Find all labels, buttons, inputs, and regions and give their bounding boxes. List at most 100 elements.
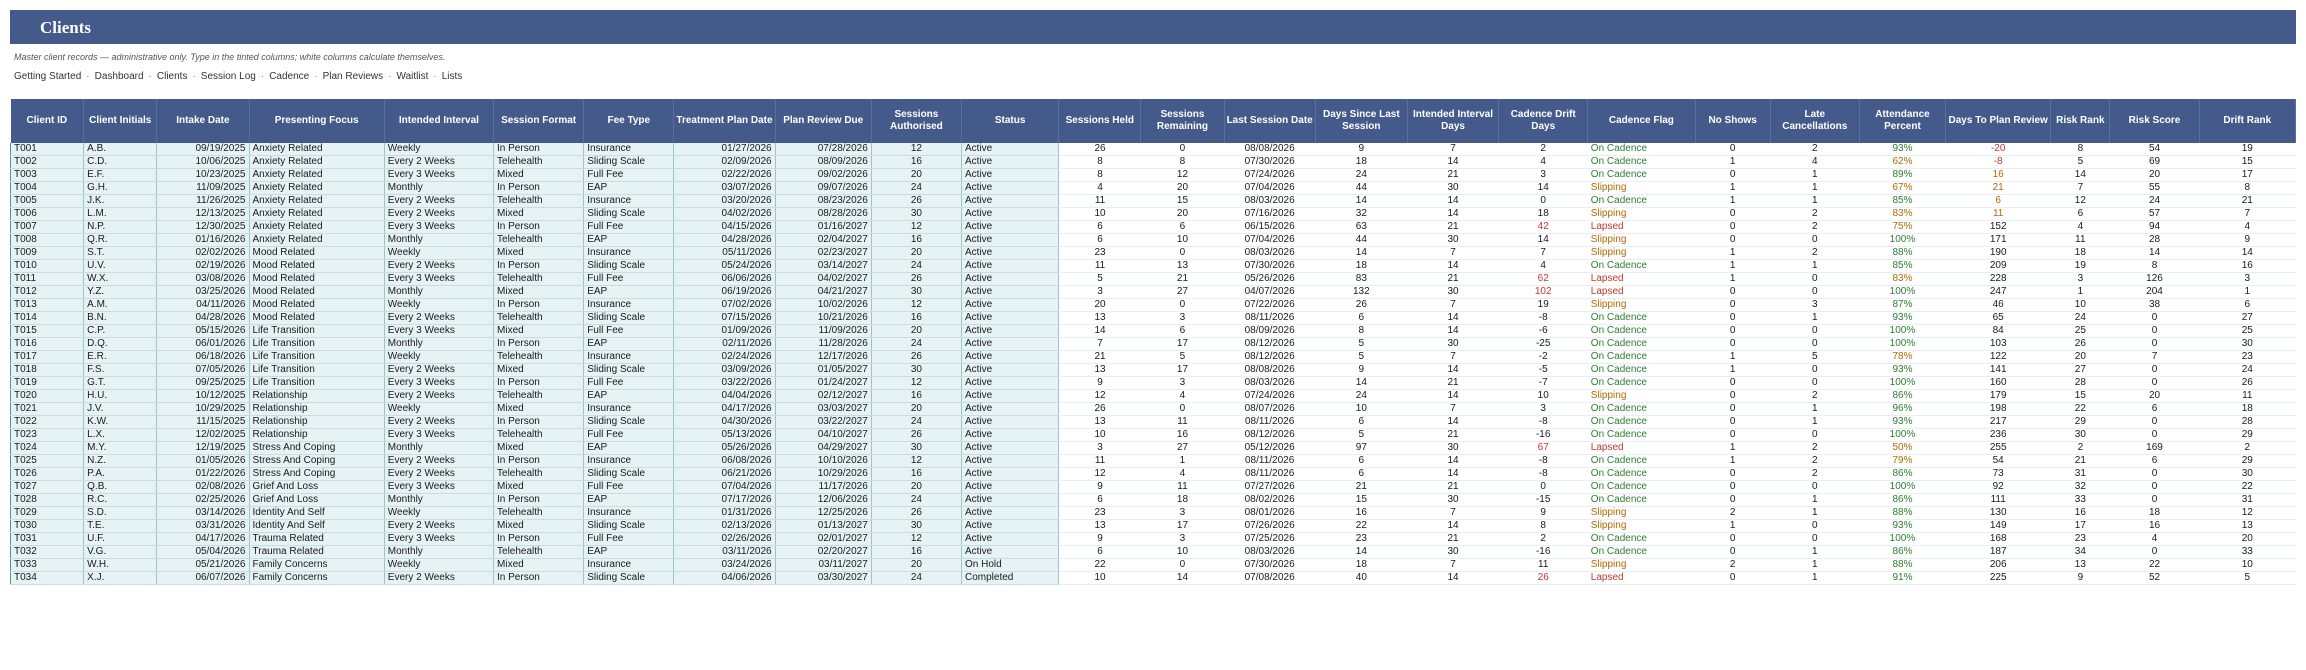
cell-status[interactable]: Active — [961, 246, 1060, 261]
nav-link-waitlist[interactable]: Waitlist — [397, 71, 429, 82]
cell-plan-review-due[interactable]: 04/10/2027 — [775, 428, 872, 443]
cell-intended-interval[interactable]: Every 3 Weeks — [384, 376, 495, 391]
cell-presenting-focus[interactable]: Life Transition — [249, 324, 385, 339]
cell-session-format[interactable]: Mixed — [493, 324, 585, 339]
cell-status[interactable]: Active — [961, 506, 1060, 521]
nav-link-getting-started[interactable]: Getting Started — [14, 71, 81, 82]
cell-client-initials[interactable]: K.W. — [83, 415, 158, 430]
cell-intake-date[interactable]: 04/28/2026 — [156, 311, 250, 326]
cell-sessions-authorised[interactable]: 16 — [871, 233, 963, 248]
cell-client-id[interactable]: T027 — [9, 480, 85, 495]
nav-link-cadence[interactable]: Cadence — [269, 71, 309, 82]
cell-client-id[interactable]: T026 — [9, 467, 85, 482]
cell-treatment-plan-date[interactable]: 07/17/2026 — [673, 493, 776, 508]
column-header[interactable]: Intake Date — [156, 99, 250, 143]
cell-client-id[interactable]: T013 — [9, 298, 85, 313]
cell-presenting-focus[interactable]: Trauma Related — [249, 532, 385, 547]
cell-treatment-plan-date[interactable]: 04/17/2026 — [673, 402, 776, 417]
cell-treatment-plan-date[interactable]: 02/26/2026 — [673, 532, 776, 547]
cell-status[interactable]: Active — [961, 467, 1060, 482]
cell-fee-type[interactable]: Sliding Scale — [583, 363, 675, 378]
cell-intended-interval[interactable]: Weekly — [384, 143, 495, 157]
cell-client-id[interactable]: T034 — [9, 571, 85, 586]
cell-fee-type[interactable]: Full Fee — [583, 168, 675, 183]
column-header[interactable]: Days Since Last Session — [1315, 99, 1408, 143]
column-header[interactable]: Sessions Authorised — [871, 99, 963, 143]
cell-client-initials[interactable]: U.V. — [83, 259, 158, 274]
cell-intake-date[interactable]: 04/11/2026 — [156, 298, 250, 313]
cell-intended-interval[interactable]: Weekly — [384, 350, 495, 365]
cell-intended-interval[interactable]: Monthly — [384, 285, 495, 300]
cell-plan-review-due[interactable]: 04/02/2027 — [775, 272, 872, 287]
cell-intended-interval[interactable]: Every 3 Weeks — [384, 220, 495, 235]
cell-intended-interval[interactable]: Every 2 Weeks — [384, 207, 495, 222]
column-header[interactable]: Status — [961, 99, 1060, 143]
cell-session-format[interactable]: Mixed — [493, 519, 585, 534]
cell-plan-review-due[interactable]: 04/29/2027 — [775, 441, 872, 456]
cell-treatment-plan-date[interactable]: 04/06/2026 — [673, 571, 776, 586]
cell-client-initials[interactable]: R.C. — [83, 493, 158, 508]
cell-plan-review-due[interactable]: 01/16/2027 — [775, 220, 872, 235]
cell-treatment-plan-date[interactable]: 03/24/2026 — [673, 558, 776, 573]
cell-fee-type[interactable]: Full Fee — [583, 376, 675, 391]
cell-intended-interval[interactable]: Every 3 Weeks — [384, 324, 495, 339]
cell-fee-type[interactable]: EAP — [583, 493, 675, 508]
cell-plan-review-due[interactable]: 02/01/2027 — [775, 532, 872, 547]
cell-fee-type[interactable]: Full Fee — [583, 220, 675, 235]
cell-intake-date[interactable]: 03/31/2026 — [156, 519, 250, 534]
cell-fee-type[interactable]: EAP — [583, 389, 675, 404]
cell-client-initials[interactable]: Q.R. — [83, 233, 158, 248]
cell-intake-date[interactable]: 09/19/2025 — [156, 143, 250, 157]
cell-plan-review-due[interactable]: 02/12/2027 — [775, 389, 872, 404]
cell-client-initials[interactable]: S.T. — [83, 246, 158, 261]
cell-client-initials[interactable]: Y.Z. — [83, 285, 158, 300]
cell-client-initials[interactable]: C.P. — [83, 324, 158, 339]
column-header[interactable]: Client ID — [10, 99, 85, 143]
cell-intake-date[interactable]: 01/05/2026 — [156, 454, 250, 469]
column-header[interactable]: Risk Score — [2109, 99, 2200, 143]
cell-fee-type[interactable]: Sliding Scale — [583, 311, 675, 326]
cell-client-id[interactable]: T022 — [9, 415, 85, 430]
cell-fee-type[interactable]: Sliding Scale — [583, 207, 675, 222]
cell-sessions-authorised[interactable]: 24 — [871, 181, 963, 196]
cell-intake-date[interactable]: 10/12/2025 — [156, 389, 250, 404]
cell-client-id[interactable]: T020 — [9, 389, 85, 404]
cell-status[interactable]: Active — [961, 441, 1060, 456]
cell-status[interactable]: Active — [961, 415, 1060, 430]
cell-client-id[interactable]: T012 — [9, 285, 85, 300]
cell-treatment-plan-date[interactable]: 04/02/2026 — [673, 207, 776, 222]
cell-session-format[interactable]: Mixed — [493, 207, 585, 222]
cell-client-initials[interactable]: H.U. — [83, 389, 158, 404]
cell-presenting-focus[interactable]: Relationship — [249, 402, 385, 417]
cell-treatment-plan-date[interactable]: 02/13/2026 — [673, 519, 776, 534]
cell-client-id[interactable]: T015 — [9, 324, 85, 339]
column-header[interactable]: Sessions Held — [1058, 99, 1142, 143]
column-header[interactable]: Intended Interval Days — [1407, 99, 1500, 143]
cell-status[interactable]: Active — [961, 168, 1060, 183]
cell-client-id[interactable]: T025 — [9, 454, 85, 469]
cell-session-format[interactable]: Telehealth — [493, 545, 585, 560]
cell-status[interactable]: Active — [961, 493, 1060, 508]
cell-client-id[interactable]: T023 — [9, 428, 85, 443]
nav-link-session-log[interactable]: Session Log — [201, 71, 256, 82]
cell-client-initials[interactable]: A.M. — [83, 298, 158, 313]
cell-intake-date[interactable]: 02/19/2026 — [156, 259, 250, 274]
cell-status[interactable]: Active — [961, 350, 1060, 365]
cell-session-format[interactable]: In Person — [493, 454, 585, 469]
cell-session-format[interactable]: Mixed — [493, 168, 585, 183]
cell-plan-review-due[interactable]: 10/21/2026 — [775, 311, 872, 326]
cell-client-id[interactable]: T016 — [9, 337, 85, 352]
cell-treatment-plan-date[interactable]: 03/22/2026 — [673, 376, 776, 391]
cell-intended-interval[interactable]: Monthly — [384, 545, 495, 560]
cell-presenting-focus[interactable]: Relationship — [249, 389, 385, 404]
cell-status[interactable]: Active — [961, 272, 1060, 287]
cell-client-initials[interactable]: L.X. — [83, 428, 158, 443]
cell-sessions-authorised[interactable]: 30 — [871, 207, 963, 222]
cell-presenting-focus[interactable]: Anxiety Related — [249, 233, 385, 248]
cell-treatment-plan-date[interactable]: 04/15/2026 — [673, 220, 776, 235]
cell-client-initials[interactable]: S.D. — [83, 506, 158, 521]
cell-intake-date[interactable]: 02/25/2026 — [156, 493, 250, 508]
cell-session-format[interactable]: Telehealth — [493, 428, 585, 443]
column-header[interactable]: Days To Plan Review — [1945, 99, 2052, 143]
cell-treatment-plan-date[interactable]: 06/06/2026 — [673, 272, 776, 287]
